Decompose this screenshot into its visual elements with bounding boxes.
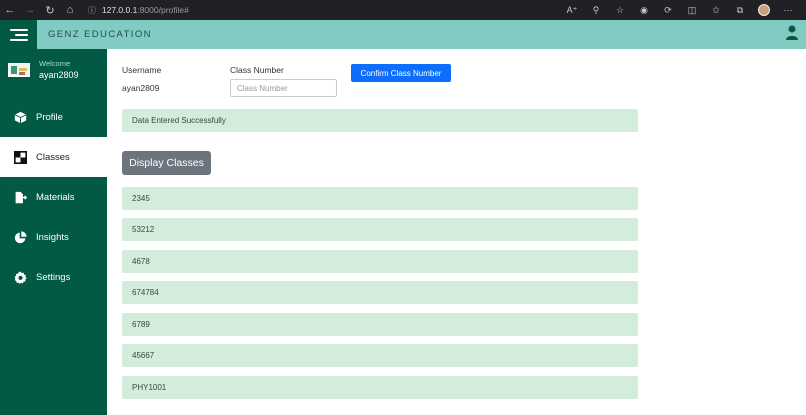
username-label: Username [122, 65, 162, 75]
class-list-item: 45667 [122, 344, 638, 367]
extension-icon[interactable]: ◉ [632, 0, 656, 20]
split-screen-icon[interactable]: ◫ [680, 0, 704, 20]
profile-avatar[interactable] [752, 0, 776, 20]
success-alert: Data Entered Successfully [122, 109, 638, 132]
sidebar-item-classes[interactable]: Classes [0, 137, 107, 177]
sidebar-item-label: Classes [36, 151, 70, 163]
sidebar-item-label: Settings [36, 271, 71, 283]
user-icon[interactable] [786, 25, 798, 41]
class-list-item: 53212 [122, 218, 638, 241]
sidebar-username: ayan2809 [39, 70, 79, 80]
address-bar[interactable]: ⓘ 127.0.0.1:8000/profile# [88, 3, 560, 17]
class-number-input[interactable] [230, 79, 337, 97]
url-host: 127.0.0.1 [101, 5, 138, 15]
collections-icon[interactable]: ⧉ [728, 0, 752, 20]
refresh-extension-icon[interactable]: ⟳ [656, 0, 680, 20]
app-header: GENZ EDUCATION [0, 20, 806, 49]
sidebar-item-insights[interactable]: Insights [0, 217, 107, 257]
favorites-icon[interactable]: ✩ [704, 0, 728, 20]
browser-toolbar: ← → ↻ ⌂ ⓘ 127.0.0.1:8000/profile# A⁺ ⚲ ☆… [0, 0, 806, 20]
home-icon[interactable]: ⌂ [60, 0, 80, 20]
confirm-class-number-button[interactable]: Confirm Class Number [351, 64, 451, 82]
class-number-label: Class Number [230, 65, 284, 75]
reload-icon[interactable]: ↻ [40, 0, 60, 20]
checker-icon [14, 150, 27, 164]
cube-icon [14, 111, 27, 123]
welcome-block: Welcome ayan2809 [8, 59, 79, 80]
menu-toggle-icon[interactable] [0, 20, 37, 49]
forward-icon[interactable]: → [20, 0, 40, 20]
display-classes-button[interactable]: Display Classes [122, 151, 211, 175]
back-icon[interactable]: ← [0, 0, 20, 20]
read-aloud-icon[interactable]: A⁺ [560, 0, 584, 20]
sidebar-item-profile[interactable]: Profile [0, 97, 107, 137]
class-list-item: 2345 [122, 187, 638, 210]
zoom-icon[interactable]: ⚲ [584, 0, 608, 20]
more-menu-icon[interactable]: ⋯ [776, 0, 800, 20]
favorite-add-icon[interactable]: ☆ [608, 0, 632, 20]
file-export-icon [15, 191, 27, 203]
gear-icon [14, 271, 27, 284]
class-list-item: 6789 [122, 313, 638, 336]
url-path: :8000/profile# [137, 5, 189, 15]
sidebar-item-label: Profile [36, 111, 63, 123]
sidebar: Welcome ayan2809 Profile Classes Materia… [0, 49, 107, 415]
class-list-item: 674784 [122, 281, 638, 304]
info-icon[interactable]: ⓘ [88, 5, 96, 16]
class-list-item: 4678 [122, 250, 638, 273]
username-value: ayan2809 [122, 83, 160, 93]
sidebar-item-label: Insights [36, 231, 69, 243]
sidebar-item-materials[interactable]: Materials [0, 177, 107, 217]
avatar [8, 62, 30, 77]
sidebar-item-label: Materials [36, 191, 75, 203]
pie-chart-icon [14, 230, 27, 243]
brand-title: GENZ EDUCATION [48, 29, 152, 40]
main-content: Username ayan2809 Class Number Confirm C… [107, 49, 806, 415]
class-list-item: PHY1001 [122, 376, 638, 399]
welcome-label: Welcome [39, 59, 71, 68]
sidebar-item-settings[interactable]: Settings [0, 257, 107, 297]
